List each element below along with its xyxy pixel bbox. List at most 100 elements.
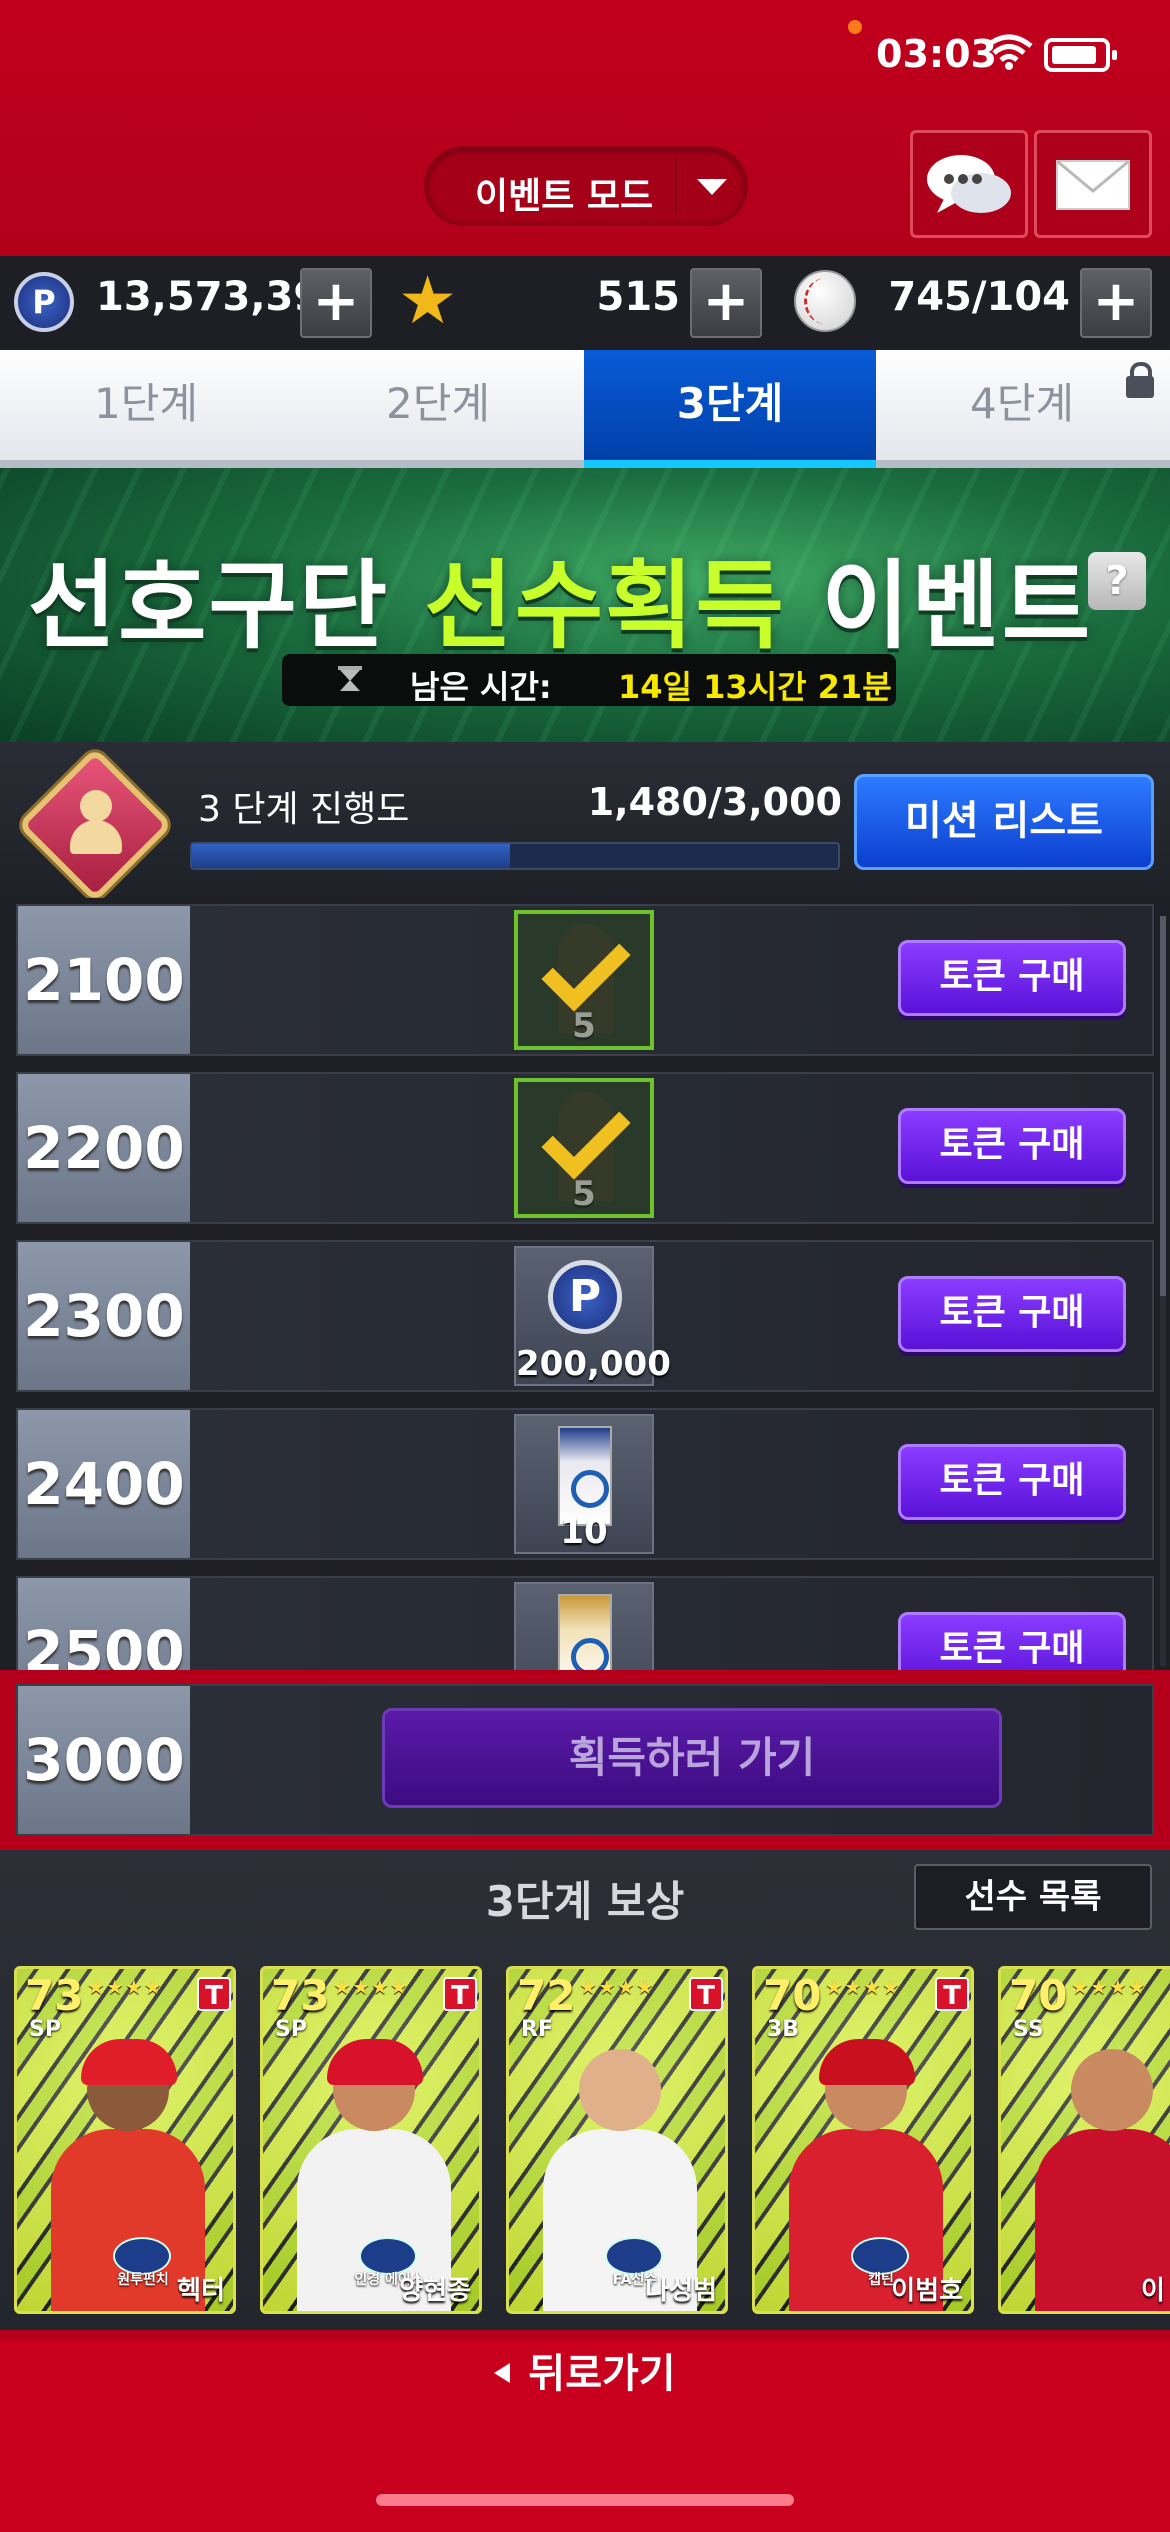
progress-bar-fill [192,844,511,868]
card-stars: ★★★★ [87,1975,163,1999]
banner-title-part3: 이벤트 [821,550,1093,662]
final-reward-row: 3000 획득하러 가기 [16,1684,1154,1836]
reward-caption: 5 [572,1006,596,1046]
card-player-name: 이 [1141,2276,1165,2306]
buy-token-button[interactable]: 토큰 구매 [898,1276,1126,1352]
player-head [579,2049,661,2131]
chat-bubble-icon [927,155,1011,213]
reward-caption: 5 [572,1174,596,1214]
reward-threshold: 2400 [18,1410,190,1558]
card-overall: 72 [517,1971,576,2020]
buy-token-button[interactable]: 토큰 구매 [898,940,1126,1016]
status-time: 03:03 [876,32,997,76]
mode-select-divider [675,159,677,215]
card-position: 3B [767,2017,800,2042]
reward-row: 2400 10 토큰 구매 [16,1408,1154,1560]
reward-item: P 200,000 [514,1246,671,1386]
card-position: SP [29,2017,61,2042]
points-coin-icon: P [548,1260,622,1334]
card-stars: ★★★★ [1071,1975,1147,1999]
points-coin-icon: P [14,272,74,332]
chevron-down-icon [697,179,727,195]
reward-caption: 200,000 [516,1344,671,1384]
reward-item: 10 [514,1414,654,1554]
add-balls-button[interactable]: + [1080,268,1152,338]
player-list-button[interactable]: 선수 목록 [914,1864,1152,1930]
remaining-time-value: 14일 13시간 21분 [618,668,892,706]
reward-threshold: 2500 [18,1578,190,1670]
card-overall: 73 [271,1971,330,2020]
tab-stage-4[interactable]: 4단계 [876,350,1168,460]
reward-threshold: 2300 [18,1242,190,1390]
tab-stage-2[interactable]: 2단계 [292,350,584,460]
reward-caption: 10 [560,1512,608,1552]
player-head [1071,2049,1153,2131]
home-indicator[interactable] [376,2494,794,2506]
team-logo-icon: T [197,1977,231,2011]
player-card[interactable]: 72 RF ★★★★ T FA선수 나성범 [506,1966,728,2314]
lock-icon [1126,362,1154,398]
go-acquire-button[interactable]: 획득하러 가기 [382,1708,1002,1808]
card-player-name: 양현종 [399,2276,471,2306]
star-icon: ★ [398,262,458,339]
progress-label: 3 단계 진행도 [198,789,410,830]
mode-select[interactable]: 이벤트 모드 [424,146,748,226]
card-overall: 70 [1009,1971,1068,2020]
reward-row: 2100 5 토큰 구매 [16,904,1154,1056]
back-arrow-icon [494,2363,511,2383]
buy-token-button[interactable]: 토큰 구매 [898,1612,1126,1670]
team-logo-icon: T [689,1977,723,2011]
card-player-name: 헥터 [177,2276,225,2306]
card-position: RF [521,2017,553,2042]
card-position: SP [275,2017,307,2042]
reward-row: 2500 토큰 구매 [16,1576,1154,1670]
mail-button[interactable] [1034,130,1152,238]
reward-item-claimed: 5 [514,1078,654,1218]
remaining-time-box: 남은 시간: 14일 13시간 21분 [282,654,896,706]
final-reward-threshold: 3000 [18,1686,190,1834]
player-card[interactable]: 73 SP ★★★★ T 인경 에이스 양현종 [260,1966,482,2314]
points-value: 13,573,399 [96,274,350,320]
list-scrollbar-thumb[interactable] [1160,916,1166,1296]
tab-stage-1[interactable]: 1단계 [0,350,292,460]
buy-token-button[interactable]: 토큰 구매 [898,1108,1126,1184]
chat-button[interactable] [910,130,1028,238]
progress-bar [190,842,840,870]
mission-list-button[interactable]: 미션 리스트 [854,774,1154,870]
mode-select-label: 이벤트 모드 [475,176,654,217]
stage-tabs: 1단계 2단계 3단계 4단계 [0,350,1170,468]
buy-token-button[interactable]: 토큰 구매 [898,1444,1126,1520]
back-button-label: 뒤로가기 [528,2351,676,2397]
medal-player-head [80,790,112,822]
tab-stage-3[interactable]: 3단계 [584,350,876,468]
card-badge-label: 원투펀치 [117,2272,169,2288]
player-card[interactable]: 70 SS ★★★★ 이 [998,1966,1170,2314]
card-overall: 70 [763,1971,822,2020]
reward-threshold: 2200 [18,1074,190,1222]
player-card[interactable]: 73 SP ★★★★ T 원투펀치 헥터 [14,1966,236,2314]
banner-title-highlight: 선수획득 [424,550,786,662]
reward-list[interactable]: 2100 5 토큰 구매 2200 5 토큰 구매 2300 P 200,000 [0,898,1170,1670]
hourglass-icon [338,666,362,694]
card-overall: 73 [25,1971,84,2020]
progress-value: 1,480/3,000 [587,780,842,824]
notification-dot [848,20,862,34]
card-player-name: 이범호 [891,2276,963,2306]
banner-title-part1: 선호구단 [27,550,390,662]
add-points-button[interactable]: + [300,268,372,338]
add-stars-button[interactable]: + [690,268,762,338]
wifi-icon [985,34,1033,70]
card-stars: ★★★★ [825,1975,901,1999]
card-stars: ★★★★ [579,1975,655,1999]
player-card[interactable]: 70 3B ★★★★ T 캡틴 이범호 [752,1966,974,2314]
card-player-name: 나성범 [645,2276,717,2306]
back-button[interactable]: 뒤로가기 [0,2340,1170,2408]
help-button[interactable]: ? [1088,552,1146,610]
stars-value: 515 [596,274,681,320]
checkmark-icon [541,922,631,1012]
player-pack-icon [558,1594,612,1670]
reward-row: 2300 P 200,000 토큰 구매 [16,1240,1154,1392]
battery-icon [1044,38,1117,72]
baseball-icon [794,270,856,332]
app-root: 03:03 이벤트 모드 P 13,573,399 + ★ 515 + 745/… [0,0,1170,2532]
